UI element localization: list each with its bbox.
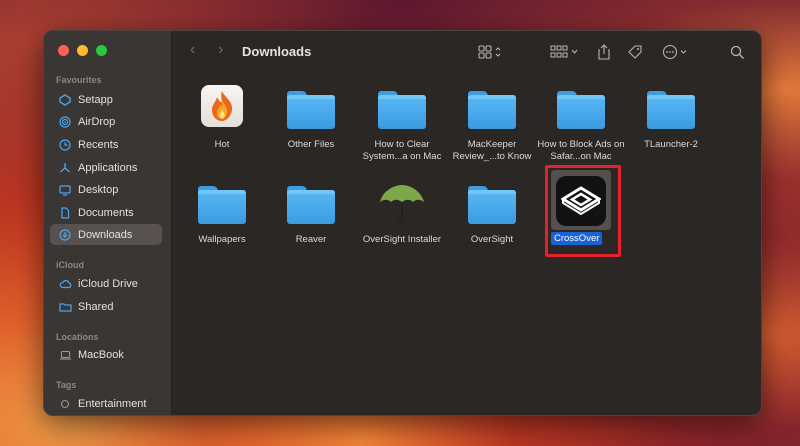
finder-window: Favourites Setapp AirDrop Recents Applic… (43, 30, 762, 416)
document-icon (58, 206, 72, 220)
umbrella-icon (380, 185, 424, 224)
file-name-selected: CrossOver (551, 232, 603, 245)
more-actions-icon[interactable] (662, 43, 690, 61)
back-chevron-icon[interactable]: ‹ (190, 41, 195, 59)
download-icon (58, 228, 72, 242)
folder-icon (557, 91, 605, 129)
forward-chevron-icon[interactable]: › (218, 41, 223, 59)
sidebar: Favourites Setapp AirDrop Recents Applic… (44, 31, 172, 415)
file-item-reaver[interactable]: Reaver (267, 180, 355, 246)
file-item-tlauncher-2[interactable]: TLauncher-2 (627, 85, 715, 151)
sidebar-item-label: Documents (78, 206, 134, 219)
file-item-oversight-installer[interactable]: OverSight Installer (358, 180, 446, 246)
file-name: Other Files (287, 139, 335, 150)
folder-icon (198, 186, 246, 224)
share-icon[interactable] (597, 43, 611, 61)
file-item-oversight[interactable]: OverSight (448, 180, 536, 246)
file-name: How to Block Ads on Safar...on Mac (537, 139, 625, 162)
search-icon[interactable] (730, 43, 745, 61)
setapp-icon (58, 93, 72, 107)
file-item-how-to-block-ads[interactable]: How to Block Ads on Safar...on Mac (537, 85, 625, 163)
laptop-icon (58, 348, 72, 362)
sidebar-item-label: Downloads (78, 228, 133, 241)
group-by-icon[interactable] (550, 43, 580, 61)
folder-icon (287, 91, 335, 129)
minimize-button[interactable] (77, 45, 88, 56)
sidebar-item-icloud-drive[interactable]: iCloud Drive (50, 273, 162, 294)
sidebar-item-label: Entertainment (78, 397, 147, 410)
zoom-button[interactable] (96, 45, 107, 56)
file-item-how-to-clear-system[interactable]: How to Clear System...a on Mac (358, 85, 446, 163)
sidebar-section-icloud: iCloud (56, 260, 84, 270)
sidebar-section-favourites: Favourites (56, 75, 102, 85)
file-item-other-files[interactable]: Other Files (267, 85, 355, 151)
sidebar-item-setapp[interactable]: Setapp (50, 89, 162, 110)
sidebar-section-locations: Locations (56, 332, 99, 342)
file-item-wallpapers[interactable]: Wallpapers (178, 180, 266, 246)
file-name: How to Clear System...a on Mac (362, 139, 442, 162)
folder-icon (647, 91, 695, 129)
file-grid: Hot Other Files How to Clear System...a … (172, 73, 761, 415)
view-grid-icon[interactable] (478, 43, 502, 61)
sidebar-item-airdrop[interactable]: AirDrop (50, 111, 162, 132)
file-name: MacKeeper Review_...to Know (452, 139, 532, 162)
sidebar-item-macbook[interactable]: MacBook (50, 344, 162, 365)
sidebar-item-label: MacBook (78, 348, 124, 361)
sidebar-item-label: AirDrop (78, 115, 116, 128)
cloud-icon (58, 277, 72, 291)
window-title: Downloads (242, 44, 312, 59)
applications-icon (58, 161, 72, 175)
sidebar-item-label: Shared (78, 300, 114, 313)
tag-circle-icon (58, 397, 72, 411)
sidebar-item-label: Setapp (78, 93, 113, 106)
sidebar-item-label: iCloud Drive (78, 277, 138, 290)
close-button[interactable] (58, 45, 69, 56)
sidebar-item-label: Applications (78, 161, 138, 174)
sidebar-item-applications[interactable]: Applications (50, 157, 162, 178)
sidebar-item-shared[interactable]: Shared (50, 296, 162, 317)
file-name: Hot (214, 139, 230, 150)
folder-icon (378, 91, 426, 129)
tag-icon[interactable] (627, 43, 643, 61)
sidebar-item-entertainment[interactable]: Entertainment (50, 393, 162, 414)
sidebar-item-label: Recents (78, 138, 119, 151)
folder-icon (287, 186, 335, 224)
sidebar-item-recents[interactable]: Recents (50, 134, 162, 155)
folder-icon (468, 186, 516, 224)
toolbar: ‹ › Downloads (172, 31, 761, 73)
sidebar-item-label: Desktop (78, 183, 119, 196)
file-item-mackeeper-review[interactable]: MacKeeper Review_...to Know (448, 85, 536, 163)
window-controls (58, 45, 107, 56)
clock-icon (58, 138, 72, 152)
airdrop-icon (58, 115, 72, 129)
file-name: Reaver (295, 234, 327, 245)
file-name: OverSight (470, 234, 514, 245)
crossover-icon (556, 176, 606, 226)
folder-icon (468, 91, 516, 129)
sidebar-section-tags: Tags (56, 380, 77, 390)
desktop-icon (58, 183, 72, 197)
hot-flame-icon (201, 85, 243, 127)
file-name: Wallpapers (198, 234, 246, 245)
shared-folder-icon (58, 300, 72, 314)
file-name: OverSight Installer (362, 234, 442, 245)
file-item-hot[interactable]: Hot (178, 85, 266, 151)
sidebar-item-downloads[interactable]: Downloads (50, 224, 162, 245)
sidebar-item-desktop[interactable]: Desktop (50, 179, 162, 200)
sidebar-item-documents[interactable]: Documents (50, 202, 162, 223)
file-name: TLauncher-2 (644, 139, 698, 150)
